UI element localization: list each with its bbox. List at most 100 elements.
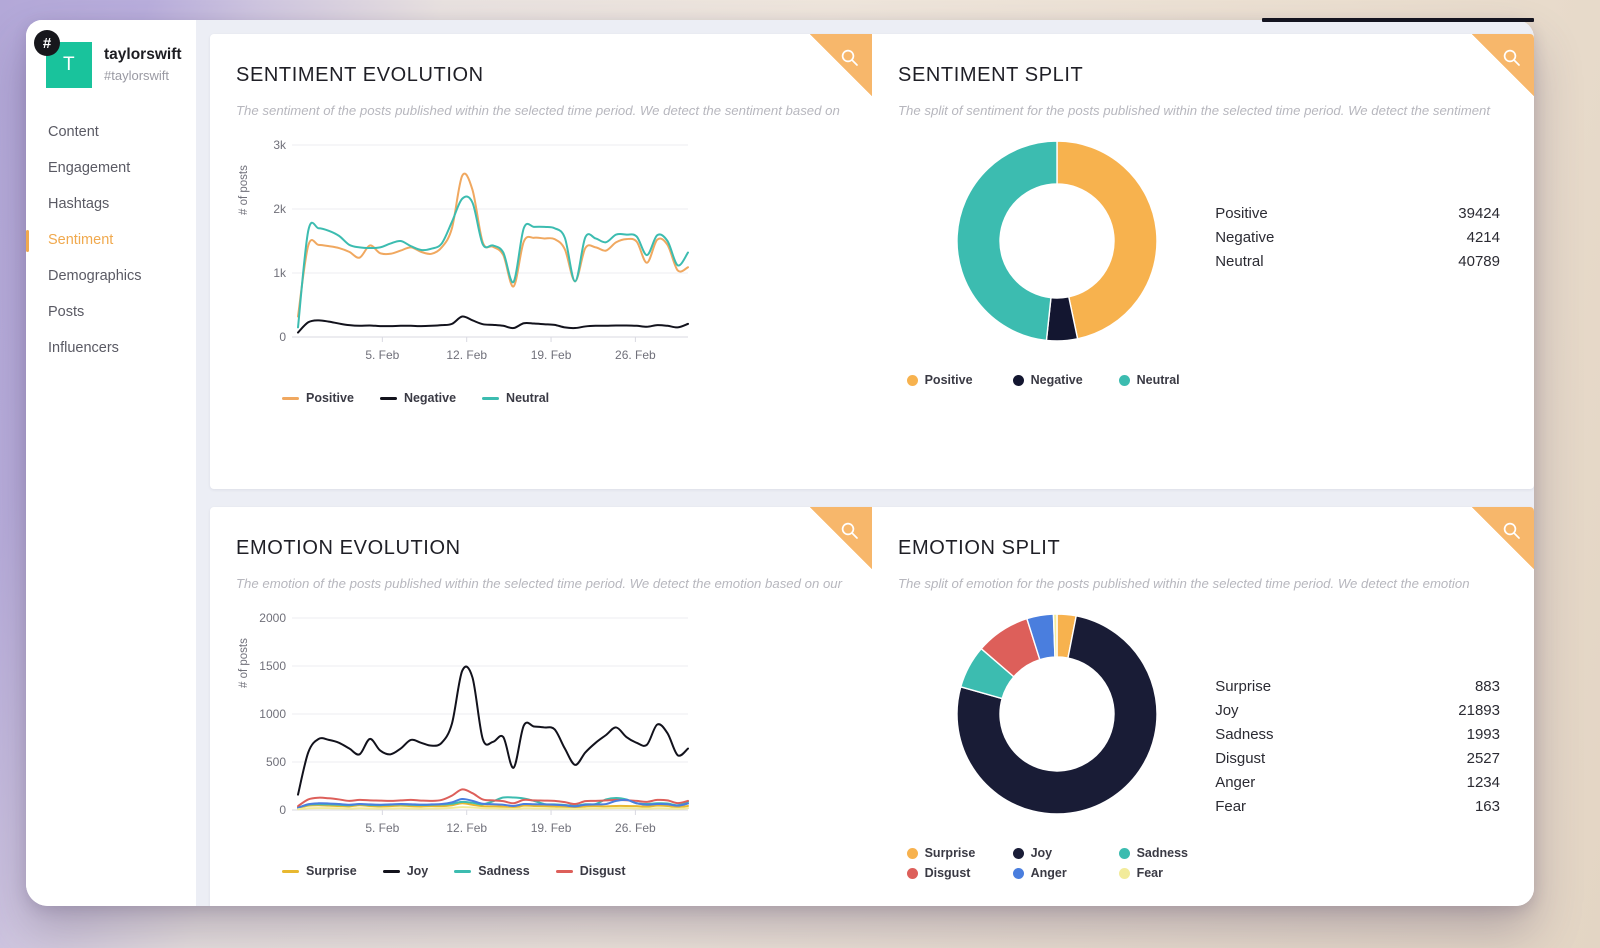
legend-item[interactable]: Positive [906,373,993,387]
sidebar-item-content[interactable]: Content [26,114,196,150]
legend-item[interactable]: Joy [382,864,429,878]
svg-text:12. Feb: 12. Feb [446,821,487,835]
legend-label: Neutral [506,391,550,405]
legend-item[interactable]: Negative [379,391,456,405]
svg-text:500: 500 [266,755,286,769]
card-emotion: EMOTION EVOLUTION The emotion of the pos… [210,507,1534,906]
search-icon-glyph [841,49,858,66]
panel-description: The split of sentiment for the posts pub… [898,103,1491,118]
panel-emotion-split: EMOTION SPLIT The split of emotion for t… [872,507,1534,906]
legend-item[interactable]: Negative [1012,373,1099,387]
table-row: Joy 21893 [1215,698,1500,722]
chart-legend: Surprise Joy Sadness Disgust Anger Fear [236,864,636,906]
emotion-line-plot: 0 500 1000 1500 2000 5. Feb 12. Feb 19. Feb 26. … [259,611,689,835]
legend-label: Disgust [924,866,971,880]
search-icon[interactable] [810,34,872,96]
sidebar-item-engagement[interactable]: Engagement [26,150,196,186]
stat-value: 883 [1474,677,1500,695]
sidebar-item-sentiment[interactable]: Sentiment [26,222,196,258]
search-icon[interactable] [1472,507,1534,569]
legend-item[interactable]: Fear [1118,866,1205,880]
avatar: T # [34,30,92,88]
y-axis-label: # of posts [238,165,250,215]
table-row: Positive 39424 [1215,201,1500,225]
legend-item[interactable]: Neutral [1118,373,1205,387]
legend-swatch [382,869,400,873]
emotion-evolution-chart: # of posts 0 500 1000 1500 2000 5. Feb 12. Feb… [236,604,846,852]
svg-text:3k: 3k [273,138,287,152]
profile-name: taylorswift [104,46,182,64]
svg-text:0: 0 [279,330,286,344]
legend-item[interactable]: Neutral [482,391,549,405]
legend-label: Joy [1030,846,1053,860]
svg-text:26. Feb: 26. Feb [615,821,656,835]
search-icon-glyph [1503,49,1520,66]
page-title: EMOTION EVOLUTION [236,537,461,559]
legend-swatch [1012,374,1024,386]
stat-label: Anger [1215,773,1256,791]
legend-item[interactable]: Surprise [282,864,357,878]
legend-item[interactable]: Anger [282,904,342,906]
profile-header: T # taylorswift #taylorswift [26,30,196,88]
legend-swatch [906,867,918,879]
stat-label: Sadness [1215,725,1274,743]
page-title: SENTIMENT SPLIT [898,64,1084,86]
legend-label: Positive [924,373,973,387]
legend-label: Surprise [924,846,976,860]
stat-label: Joy [1215,701,1239,719]
svg-text:1k: 1k [273,266,287,280]
legend-item[interactable]: Disgust [555,864,626,878]
search-icon[interactable] [810,507,872,569]
y-axis-label: # of posts [238,638,250,688]
table-row: Sadness 1993 [1215,722,1500,746]
svg-text:2k: 2k [273,202,287,216]
search-icon[interactable] [1472,34,1534,96]
sidebar-item-posts[interactable]: Posts [26,294,196,330]
legend-swatch [282,396,299,400]
emotion-stats: Surprise 883 Joy 21893 Sadness 1993 Disgust 252… [1215,602,1508,818]
stat-label: Fear [1215,797,1247,815]
legend-swatch [1012,847,1024,859]
legend-swatch [1118,374,1130,386]
legend-label: Fear [1136,866,1163,880]
legend-item[interactable]: Anger [1012,866,1099,880]
svg-text:5. Feb: 5. Feb [365,348,399,362]
profile-handle: #taylorswift [104,68,170,83]
sidebar-item-demographics[interactable]: Demographics [26,258,196,294]
stat-label: Neutral [1215,252,1264,270]
legend-item[interactable]: Surprise [906,846,993,860]
sentiment-split-chart: Positive Negative Neutral [898,129,1215,387]
sidebar-item-hashtags[interactable]: Hashtags [26,186,196,222]
legend-item[interactable]: Joy [1012,846,1099,860]
legend-label: Sadness [478,864,530,878]
legend-label: Sadness [1136,846,1189,860]
emotion-donut [955,613,1158,815]
table-row: Fear 163 [1215,794,1500,818]
legend-label: Negative [1030,373,1083,387]
legend-swatch [555,869,573,873]
sidebar-item-influencers[interactable]: Influencers [26,330,196,366]
legend-item[interactable]: Disgust [906,866,993,880]
panel-sentiment-evolution: SENTIMENT EVOLUTION The sentiment of the… [210,34,872,489]
legend-item[interactable]: Fear [368,904,418,906]
stat-label: Negative [1215,228,1275,246]
chart-legend: Surprise Joy Sadness Disgust Anger Fear [906,846,1207,880]
legend-swatch [379,396,397,400]
legend-item[interactable]: Sadness [1118,846,1205,860]
sentiment-line-plot: 0 1k 2k 3k 5. Feb 12. Feb 19. Feb 26. Feb [273,138,689,362]
stat-value: 163 [1474,797,1500,815]
legend-label: Fear [392,904,418,906]
legend-label: Joy [406,864,429,878]
panel-description: The split of emotion for the posts publi… [898,576,1470,591]
legend-item[interactable]: Positive [282,391,354,405]
main-content: SENTIMENT EVOLUTION The sentiment of the… [196,20,1534,906]
window-chrome-edge [1262,18,1534,22]
page-title: SENTIMENT EVOLUTION [236,64,484,86]
svg-text:5. Feb: 5. Feb [365,821,399,835]
legend-item[interactable]: Sadness [454,864,530,878]
hash-icon: # [34,30,60,56]
stat-label: Disgust [1215,749,1266,767]
legend-label: Anger [306,904,342,906]
sentiment-stats: Positive 39424 Negative 4214 Neutral 40789 [1215,129,1508,273]
table-row: Anger 1234 [1215,770,1500,794]
